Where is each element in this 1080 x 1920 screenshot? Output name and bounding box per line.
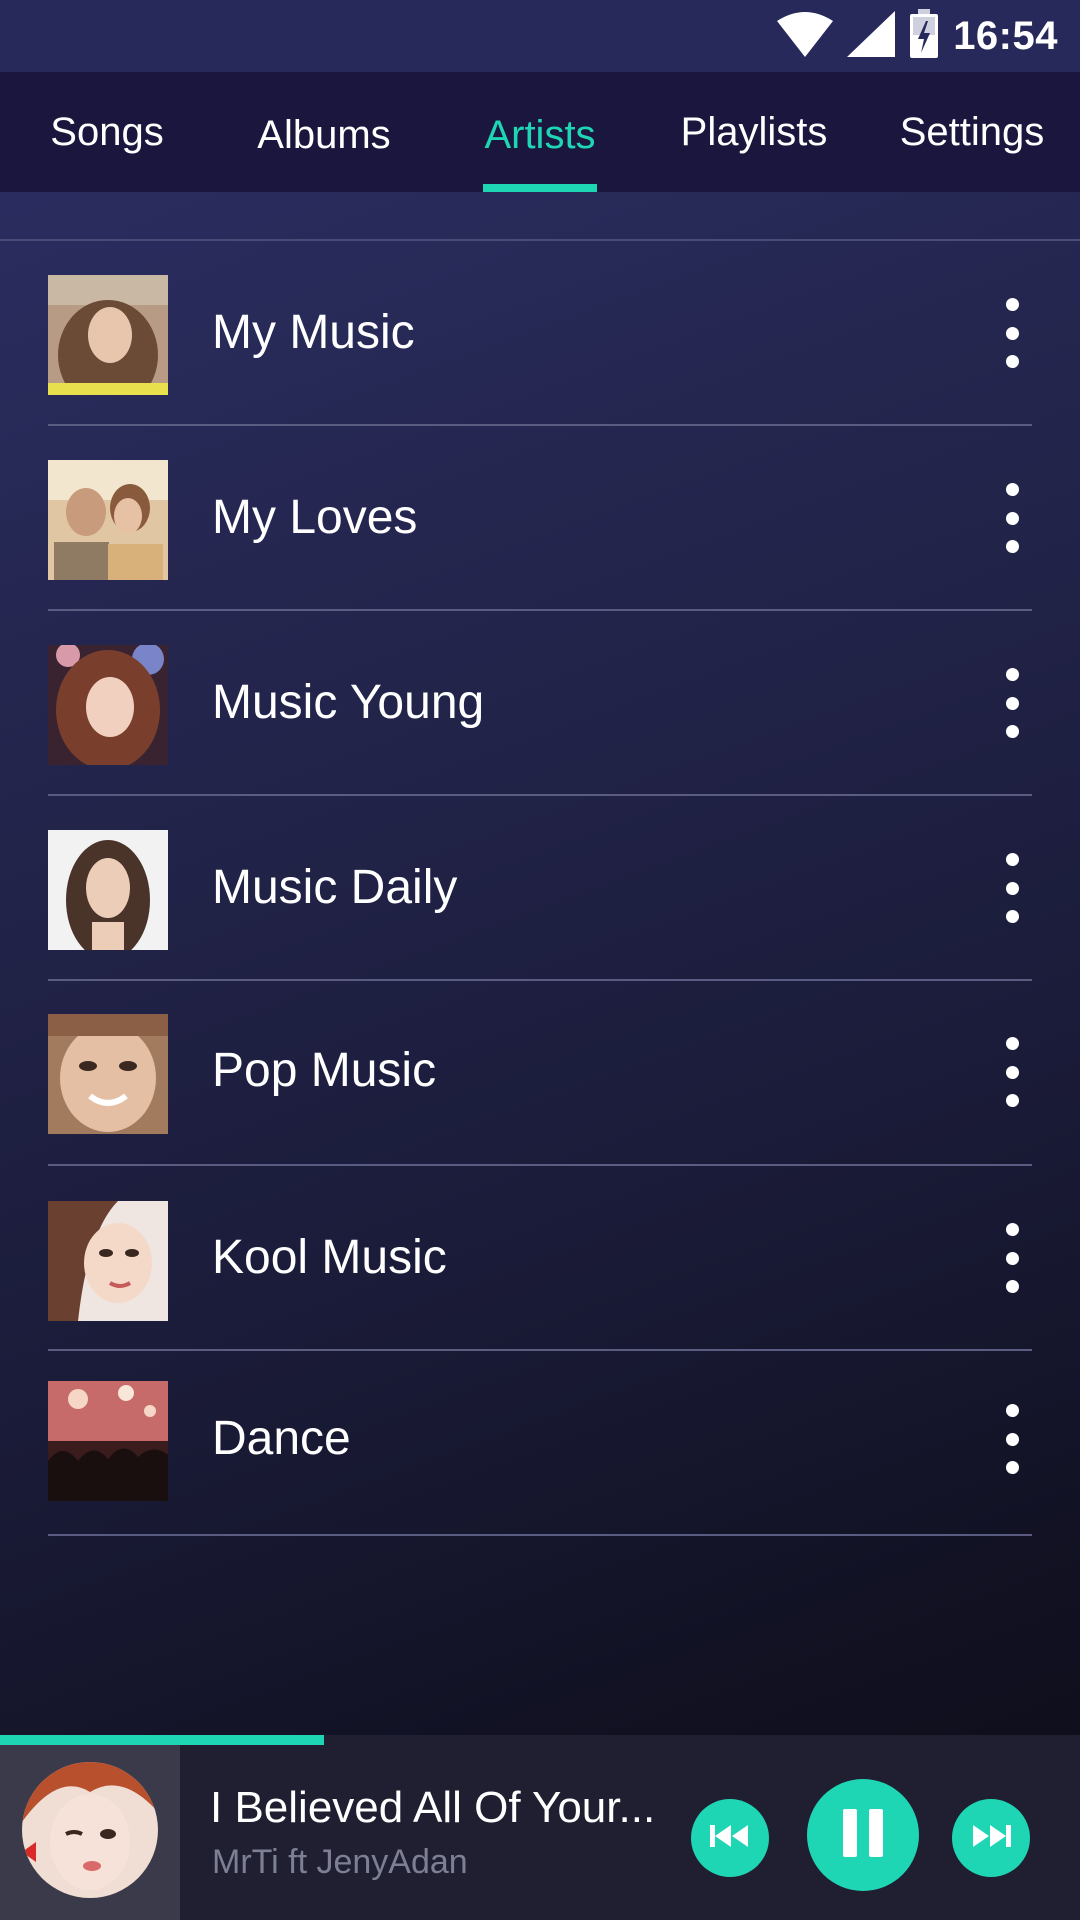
list-item[interactable]: My Music	[0, 241, 1080, 426]
list-item-label: My Loves	[212, 491, 418, 544]
list-item-label: My Music	[212, 306, 415, 359]
tab-playlists-label: Playlists	[680, 109, 828, 154]
tab-songs-label: Songs	[50, 109, 164, 154]
tab-bar: Songs Albums Artists Playlists Settings	[0, 72, 1080, 192]
more-vertical-icon[interactable]	[992, 1223, 1032, 1293]
more-vertical-icon[interactable]	[992, 483, 1032, 553]
list-item[interactable]: Kool Music	[0, 1166, 1080, 1351]
playback-progress-bar[interactable]	[0, 1735, 1080, 1745]
list-item-label: Music Young	[212, 676, 485, 729]
list-item[interactable]: Music Young	[0, 611, 1080, 796]
cell-signal-icon	[847, 10, 896, 62]
more-vertical-icon[interactable]	[992, 853, 1032, 923]
thumbnail-image	[48, 1014, 168, 1134]
battery-charging-icon	[909, 8, 939, 64]
next-icon	[971, 1823, 1011, 1854]
more-vertical-icon[interactable]	[992, 668, 1032, 738]
more-vertical-icon[interactable]	[992, 1404, 1032, 1474]
tab-albums[interactable]: Albums	[214, 72, 434, 192]
artist-list: My Music My Loves Music Young Music Dail…	[0, 241, 1080, 1536]
wifi-icon	[777, 11, 834, 62]
list-item[interactable]: Dance	[0, 1351, 1080, 1536]
list-item-label: Music Daily	[212, 861, 458, 914]
list-item[interactable]: Music Daily	[0, 796, 1080, 981]
more-vertical-icon[interactable]	[992, 298, 1032, 368]
tab-songs[interactable]: Songs	[0, 72, 214, 192]
tab-settings-label: Settings	[899, 109, 1045, 154]
thumbnail-image	[48, 1201, 168, 1321]
status-bar: 16:54	[0, 0, 1080, 72]
now-playing-title: I Believed All Of Your...	[210, 1783, 656, 1832]
list-item[interactable]: My Loves	[0, 426, 1080, 611]
thumbnail-image	[48, 1381, 168, 1501]
tab-artists-label: Artists	[484, 112, 596, 157]
list-item-label: Kool Music	[212, 1231, 447, 1284]
thumbnail-image	[48, 830, 168, 950]
thumbnail-image	[48, 275, 168, 395]
tab-settings[interactable]: Settings	[880, 72, 1064, 192]
next-button[interactable]	[952, 1799, 1030, 1877]
list-item-label: Pop Music	[212, 1044, 437, 1097]
previous-button[interactable]	[691, 1799, 769, 1877]
more-vertical-icon[interactable]	[992, 1037, 1032, 1107]
now-playing-bar[interactable]: I Believed All Of Your... MrTi ft JenyAd…	[0, 1735, 1080, 1920]
tab-artists[interactable]: Artists	[483, 72, 597, 192]
playback-progress-fill	[0, 1735, 324, 1745]
now-playing-artwork-frame	[0, 1745, 180, 1920]
thumbnail-image	[48, 460, 168, 580]
pause-icon	[841, 1808, 885, 1862]
status-icons: 16:54	[777, 8, 1058, 64]
thumbnail-image	[48, 645, 168, 765]
previous-icon	[710, 1823, 750, 1854]
status-time: 16:54	[953, 13, 1058, 58]
now-playing-artwork	[22, 1762, 158, 1898]
row-divider	[48, 1534, 1032, 1536]
list-item-label: Dance	[212, 1412, 351, 1465]
tab-albums-label: Albums	[257, 112, 391, 157]
tab-playlists[interactable]: Playlists	[650, 72, 858, 192]
now-playing-artist: MrTi ft JenyAdan	[212, 1843, 468, 1881]
pause-button[interactable]	[807, 1779, 919, 1891]
list-item[interactable]: Pop Music	[0, 981, 1080, 1166]
active-tab-indicator	[483, 184, 597, 192]
